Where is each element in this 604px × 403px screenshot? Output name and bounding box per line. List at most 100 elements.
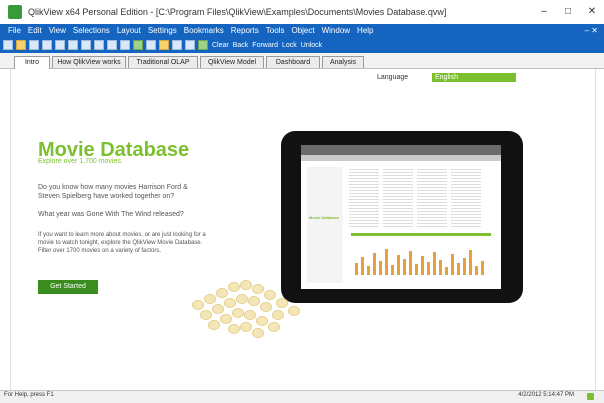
back-button[interactable]: Back [233,42,249,49]
menu-view[interactable]: View [49,26,66,35]
screen-sidebar [307,167,343,283]
unlock-button[interactable]: Unlock [301,42,322,49]
menu-settings[interactable]: Settings [148,26,177,35]
popcorn-kernel [264,290,276,300]
screen-bar [361,257,364,275]
paste-icon[interactable] [94,40,104,50]
screen-bar [463,258,466,275]
menu-layout[interactable]: Layout [117,26,141,35]
tab-dashboard[interactable]: Dashboard [266,56,320,68]
search-icon[interactable] [198,40,208,50]
screen-bar [433,252,436,275]
menu-help[interactable]: Help [357,26,373,35]
popcorn-kernel [256,316,268,326]
title-bar: QlikView x64 Personal Edition - [C:\Prog… [0,0,604,24]
tab-intro[interactable]: Intro [14,56,50,69]
minimize-button[interactable]: – [532,0,556,24]
menu-selections[interactable]: Selections [73,26,110,35]
maximize-button[interactable]: □ [556,0,580,24]
print-pdf-icon[interactable] [55,40,65,50]
screen-listbox-4 [451,167,481,227]
popcorn-kernel [248,296,260,306]
lock-button[interactable]: Lock [282,42,297,49]
screen-bar [481,261,484,275]
popcorn-kernel [236,294,248,304]
tab-analysis[interactable]: Analysis [322,56,364,68]
reload-icon[interactable] [133,40,143,50]
screen-bar [421,256,424,275]
menu-bar: File Edit View Selections Layout Setting… [0,24,604,37]
window-title: QlikView x64 Personal Edition - [C:\Prog… [28,7,447,17]
screen-bar [379,261,382,275]
popcorn-kernel [200,310,212,320]
popcorn-kernel [224,298,236,308]
copy-icon[interactable] [81,40,91,50]
screen-toolbar [301,155,501,161]
tab-how-qlikview-works[interactable]: How QlikView works [52,56,126,68]
screen-bar [451,254,454,275]
design-grid-icon[interactable] [185,40,195,50]
question-1: Do you know how many movies Harrison For… [38,184,188,200]
description-text: If you want to learn more about movies, … [38,232,206,254]
cut-icon[interactable] [68,40,78,50]
screen-bar [469,250,472,275]
popcorn-image [182,270,322,340]
forward-button[interactable]: Forward [252,42,278,49]
redo-icon[interactable] [120,40,130,50]
status-timestamp: 4/2/2012 5:14:47 PM [518,392,574,398]
popcorn-kernel [260,302,272,312]
status-help-text: For Help, press F1 [4,392,54,398]
popcorn-kernel [212,304,224,314]
save-icon[interactable] [29,40,39,50]
tab-traditional-olap[interactable]: Traditional OLAP [128,56,198,68]
clear-button[interactable]: Clear [212,42,229,49]
screen-listbox-1 [349,167,379,227]
menu-object[interactable]: Object [291,26,314,35]
popcorn-kernel [272,310,284,320]
menu-window[interactable]: Window [322,26,350,35]
screen-bar [391,265,394,275]
edit-script-icon[interactable] [146,40,156,50]
tab-qlikview-model[interactable]: QlikView Model [200,56,264,68]
popcorn-kernel [252,328,264,338]
screen-mini-title: Movie Database [309,215,340,220]
screen-bar [415,264,418,275]
screen-listbox-2 [383,167,413,227]
screen-bar [367,266,370,275]
sheet-tabs: Intro How QlikView works Traditional OLA… [0,53,604,69]
menu-file[interactable]: File [8,26,21,35]
screen-listbox-3 [417,167,447,227]
popcorn-kernel [192,300,204,310]
screen-bar [355,263,358,275]
screen-bar [439,260,442,275]
popcorn-kernel [220,314,232,324]
table-viewer-icon[interactable] [159,40,169,50]
screen-bar [457,263,460,275]
menu-reports[interactable]: Reports [231,26,259,35]
popcorn-kernel [240,280,252,290]
popcorn-kernel [232,308,244,318]
window-controls: – □ ✕ [532,0,604,24]
menu-bookmarks[interactable]: Bookmarks [184,26,224,35]
menu-tools[interactable]: Tools [266,26,285,35]
menu-edit[interactable]: Edit [28,26,42,35]
mdi-controls[interactable]: – ✕ [585,26,598,35]
print-icon[interactable] [42,40,52,50]
get-started-button[interactable]: Get Started [38,280,98,294]
close-button[interactable]: ✕ [580,0,604,24]
screen-bar [445,267,448,275]
open-icon[interactable] [16,40,26,50]
screen-bar [475,266,478,275]
properties-icon[interactable] [172,40,182,50]
popcorn-kernel [228,282,240,292]
undo-icon[interactable] [107,40,117,50]
popcorn-kernel [252,284,264,294]
screen-bar [403,259,406,275]
language-listbox[interactable]: English [432,73,516,82]
screen-bar [385,249,388,275]
question-2: What year was Gone With The Wind release… [38,211,184,218]
screen-bar [427,262,430,275]
screen-bar [373,253,376,275]
popcorn-kernel [228,324,240,334]
new-icon[interactable] [3,40,13,50]
